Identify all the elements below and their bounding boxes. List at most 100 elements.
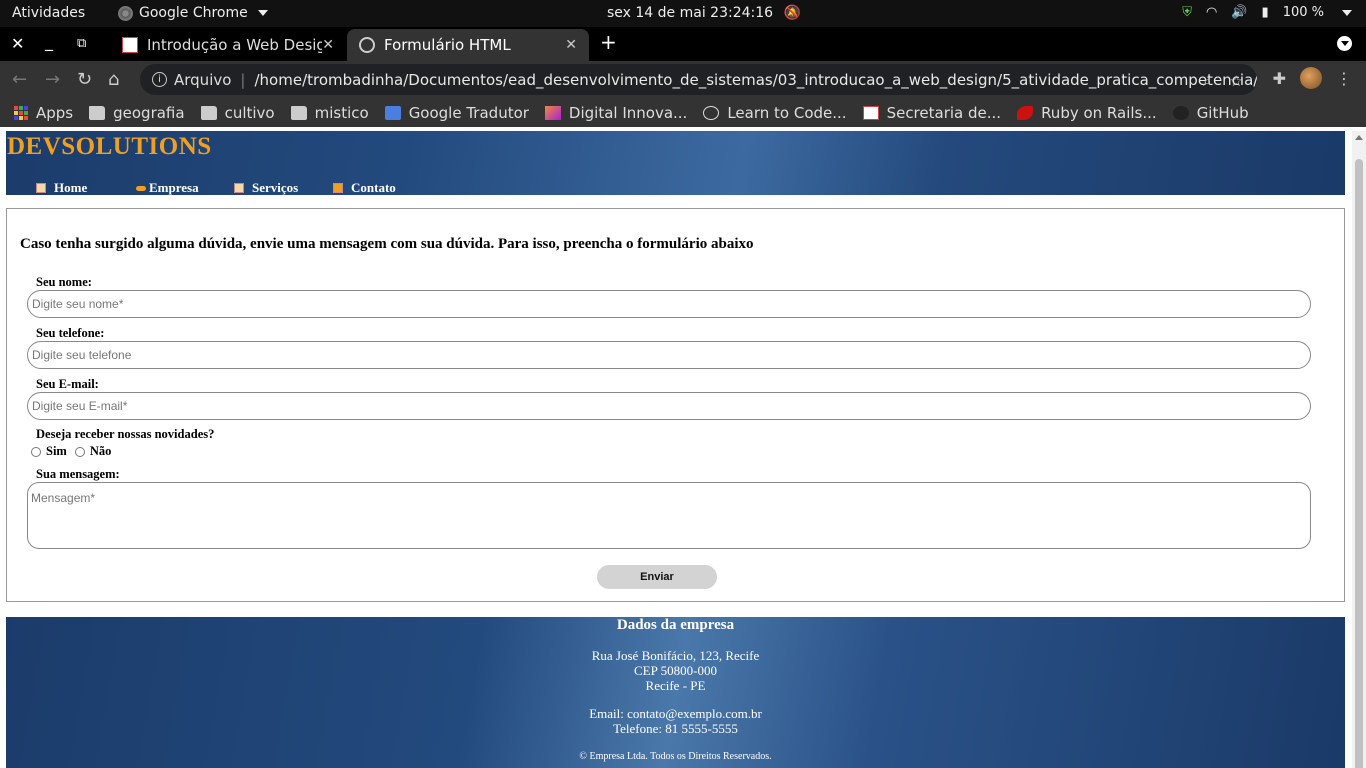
name-label: Seu nome:	[36, 275, 92, 289]
bookmark-ruby-on-rails[interactable]: Ruby on Rails...	[1017, 104, 1157, 122]
notifications-off-icon: 🔕	[783, 5, 801, 21]
clock-label: sex 14 de mai 23:24:16	[607, 5, 774, 21]
close-window-icon[interactable]: ✕	[11, 34, 24, 53]
close-tab-icon[interactable]: ✕	[322, 37, 334, 53]
scroll-up-icon[interactable]	[1355, 135, 1363, 140]
zoom-icon[interactable]: ⌕	[1203, 72, 1211, 90]
bookmark-star-icon[interactable]: ☆	[1230, 72, 1243, 90]
footer-copyright: © Empresa Ltda. Todos os Direitos Reserv…	[579, 751, 772, 762]
close-tab-icon[interactable]: ✕	[565, 37, 577, 53]
phone-field[interactable]: Digite seu telefone	[27, 341, 1311, 369]
shield-icon: ⛨	[1182, 5, 1192, 20]
bookmark-apps[interactable]: Apps	[14, 104, 73, 122]
name-field[interactable]: Digite seu nome*	[27, 290, 1311, 318]
forward-icon[interactable]: →	[45, 69, 60, 90]
clock[interactable]: sex 14 de mai 23:24:16 🔕	[607, 5, 801, 21]
footer-email: Email: contato@exemplo.com.br	[589, 706, 762, 721]
security-label: Arquivo	[174, 70, 232, 89]
bookmark-label: Learn to Code...	[727, 103, 847, 122]
info-icon[interactable]: i	[152, 72, 167, 87]
tab-title: Formulário HTML	[384, 36, 511, 54]
app-menu-label: Google Chrome	[139, 5, 248, 21]
bookmark-cultivo[interactable]: cultivo	[200, 103, 275, 122]
browser-toolbar: ← → ↻ ⌂ i Arquivo | /home/trombadinha/Do…	[0, 61, 1366, 98]
footer-phone: Telefone: 81 5555-5555	[613, 721, 738, 736]
dio-icon	[544, 105, 561, 120]
back-icon[interactable]: ←	[12, 69, 27, 90]
bookmark-mistico[interactable]: mistico	[290, 103, 369, 122]
folder-icon	[89, 105, 106, 120]
message-label: Sua mensagem:	[36, 467, 120, 481]
form-intro: Caso tenha surgido alguma dúvida, envie …	[20, 236, 754, 252]
submit-button[interactable]: Enviar	[597, 565, 717, 589]
bookmark-digital-innovation[interactable]: Digital Innova...	[544, 103, 688, 122]
footer-city: Recife - PE	[645, 678, 706, 693]
home-menu-icon	[36, 183, 46, 193]
email-label: Seu E-mail:	[36, 377, 99, 391]
site-menu: Home Empresa Serviços Contato	[36, 180, 396, 196]
bookmark-geografia[interactable]: geografia	[89, 104, 185, 122]
servicos-menu-icon	[234, 183, 244, 193]
radio-sim[interactable]	[31, 446, 41, 457]
chevron-down-icon	[257, 10, 268, 16]
tab-search-icon[interactable]	[1337, 36, 1352, 51]
contato-menu-icon	[333, 183, 343, 193]
restore-window-icon[interactable]: ⧉	[77, 36, 86, 51]
folder-icon	[290, 105, 307, 120]
activities-button[interactable]: Atividades	[12, 5, 85, 21]
menu-item-contato[interactable]: Contato	[333, 180, 396, 196]
page-favicon-icon	[122, 37, 138, 53]
newsletter-label: Deseja receber nossas novidades?	[36, 427, 215, 441]
minimize-window-icon[interactable]: _	[45, 32, 53, 51]
menu-item-home[interactable]: Home	[36, 180, 136, 196]
omnibox-separator: |	[240, 70, 246, 89]
radio-sim-label: Sim	[46, 444, 67, 458]
github-icon	[1172, 105, 1189, 120]
empresa-menu-icon	[136, 185, 146, 191]
home-icon[interactable]: ⌂	[108, 69, 119, 90]
menu-item-servicos[interactable]: Serviços	[234, 180, 333, 196]
bookmark-label: mistico	[314, 103, 369, 122]
chrome-menu-icon[interactable]: ⋮	[1336, 69, 1352, 88]
email-field[interactable]: Digite seu E-mail*	[27, 392, 1311, 420]
radio-nao[interactable]	[74, 446, 85, 457]
omnibox-actions: ⌕ ☆	[1203, 72, 1243, 90]
chrome-icon	[118, 5, 133, 21]
footer-cep: CEP 50800-000	[634, 663, 717, 678]
footer-title: Dados da empresa	[616, 617, 735, 633]
bookmark-google-tradutor[interactable]: Google Tradutor	[384, 104, 529, 122]
app-menu[interactable]: Google Chrome	[118, 5, 268, 21]
bookmark-label: cultivo	[224, 103, 275, 122]
menu-label: Empresa	[149, 180, 199, 195]
message-field[interactable]: Mensagem*	[27, 482, 1311, 549]
bookmark-github[interactable]: GitHub	[1172, 104, 1249, 122]
bookmarks-bar: Apps geografia cultivo mistico Google Tr…	[0, 98, 1366, 127]
tab-formulario[interactable]: Formulário HTML ✕	[347, 29, 589, 61]
bookmark-label: Ruby on Rails...	[1041, 103, 1157, 122]
contact-form: Caso tenha surgido alguma dúvida, envie …	[6, 208, 1345, 602]
secretaria-icon	[862, 105, 879, 120]
extension-area: ✚ ⋮	[1273, 67, 1352, 89]
page-scrollbar[interactable]	[1352, 131, 1366, 768]
new-tab-icon[interactable]: +	[600, 30, 617, 54]
extensions-puzzle-icon[interactable]: ✚	[1273, 69, 1286, 88]
bookmark-secretaria[interactable]: Secretaria de...	[862, 104, 1001, 122]
newsletter-options: Sim Não	[31, 444, 111, 459]
code-icon	[703, 105, 720, 120]
bookmark-label: Digital Innova...	[568, 103, 688, 122]
bookmark-learn-to-code[interactable]: Learn to Code...	[703, 103, 847, 122]
apps-grid-icon	[14, 105, 28, 120]
tab-introducao[interactable]: Introdução a Web Design ✕	[110, 29, 346, 61]
address-bar[interactable]: i Arquivo | /home/trombadinha/Documentos…	[140, 64, 1257, 95]
chevron-down-icon	[1342, 9, 1352, 16]
battery-label: 100 %	[1282, 5, 1324, 20]
scrollbar-thumb[interactable]	[1355, 159, 1363, 768]
system-status-area[interactable]: ⛨ ◠ 🔊 ▮ 100 %	[1182, 5, 1352, 20]
menu-item-empresa[interactable]: Empresa	[136, 180, 234, 196]
volume-icon: 🔊	[1231, 5, 1248, 20]
profile-avatar[interactable]	[1300, 67, 1322, 89]
page-viewport: DEVSOLUTIONS Home Empresa Serviços Conta…	[0, 131, 1352, 768]
site-header: DEVSOLUTIONS Home Empresa Serviços Conta…	[6, 131, 1345, 195]
reload-icon[interactable]: ↻	[77, 69, 92, 90]
site-footer: Dados da empresa Rua José Bonifácio, 123…	[6, 617, 1345, 768]
